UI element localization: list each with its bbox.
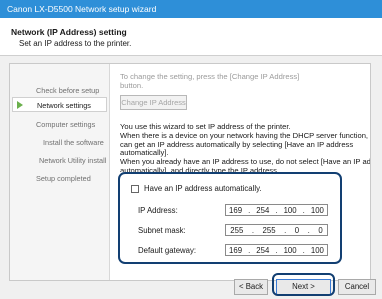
octet[interactable]: 0 [318,226,322,235]
description-line: When you already have an IP address to u… [120,158,370,167]
auto-ip-checkbox-label[interactable]: Have an IP address automatically. [144,184,262,193]
octet[interactable]: 100 [311,206,324,215]
octet[interactable]: 100 [284,246,297,255]
header-panel: Network (IP Address) setting Set an IP a… [0,18,382,56]
page-title: Network (IP Address) setting [11,27,127,37]
subnet-mask-field[interactable]: 255. 255. 0. 0 [225,224,328,236]
description-line: You use this wizard to set IP address of… [120,123,291,131]
octet[interactable]: 169 [229,206,242,215]
ip-address-label: IP Address: [138,206,178,215]
window-title: Canon LX-D5500 Network setup wizard [0,0,382,18]
cancel-button[interactable]: Cancel [338,279,376,295]
ip-address-field[interactable]: 169. 254. 100. 100 [225,204,328,216]
octet[interactable]: 255 [263,226,276,235]
steps-sidebar: Check before setup Network settings Comp… [10,64,110,280]
default-gateway-label: Default gateway: [138,246,197,255]
instruction-line-2: button. [120,81,144,90]
description-text: You use this wizard to set IP address of… [120,123,370,172]
octet[interactable]: 254 [256,246,269,255]
auto-ip-checkbox[interactable] [131,185,139,193]
default-gateway-field[interactable]: 169. 254. 100. 100 [225,244,328,256]
step-label: Network settings [37,101,91,110]
step-network-utility: Network Utility install [39,156,107,165]
octet[interactable]: 169 [229,246,242,255]
description-line: can get an IP address automatically by s… [120,140,354,149]
step-check-before-setup: Check before setup [36,86,100,95]
description-line: automatically]. [120,149,169,158]
page-subtitle: Set an IP address to the printer. [19,39,132,48]
step-computer-settings: Computer settings [36,120,96,129]
octet[interactable]: 0 [295,226,299,235]
octet[interactable]: 255 [230,226,243,235]
change-ip-address-button[interactable]: Change IP Address [120,95,187,110]
current-step-arrow-icon [17,101,23,109]
instruction-line-1: To change the setting, press the [Change… [120,72,300,81]
step-network-settings: Network settings [12,97,107,112]
step-install-software: Install the software [43,138,104,147]
description-line: When there is a device on your network h… [120,131,370,140]
back-button[interactable]: < Back [234,279,268,295]
subnet-mask-label: Subnet mask: [138,226,186,235]
next-button-highlight [272,273,335,296]
octet[interactable]: 254 [256,206,269,215]
step-setup-completed: Setup completed [36,174,91,183]
octet[interactable]: 100 [311,246,324,255]
octet[interactable]: 100 [284,206,297,215]
ip-settings-group: Have an IP address automatically. IP Add… [118,172,342,264]
